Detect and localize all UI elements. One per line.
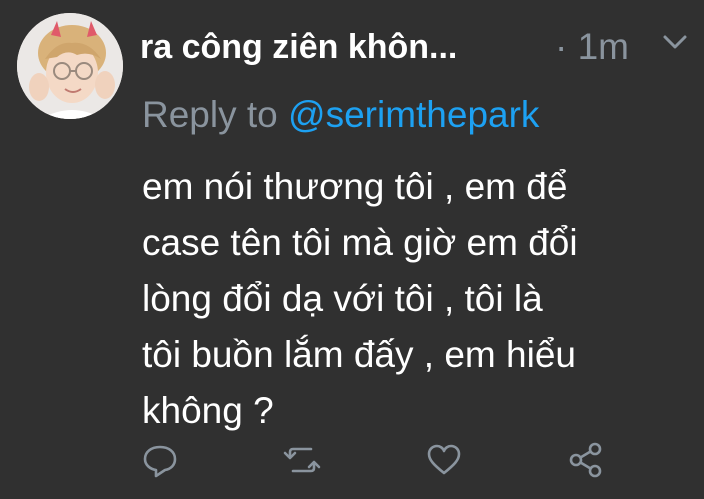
tweet-text-line: case tên tôi mà giờ em đổi <box>142 222 578 263</box>
share-button[interactable] <box>566 440 606 480</box>
avatar[interactable] <box>17 13 123 119</box>
retweet-button[interactable] <box>282 440 322 480</box>
share-icon <box>569 442 602 478</box>
reply-icon <box>143 445 177 478</box>
tweet-text: em nói thương tôi , em để case tên tôi m… <box>142 159 692 439</box>
display-name[interactable]: ra công ziên khôn... <box>140 28 457 67</box>
reply-handle-link[interactable]: @serimthepark <box>288 94 539 135</box>
chevron-down-icon[interactable] <box>660 30 690 54</box>
retweet-icon <box>283 447 321 473</box>
timestamp[interactable]: · 1m <box>555 26 629 68</box>
tweet-text-line: lòng đổi dạ với tôi , tôi là <box>142 278 543 319</box>
tweet-header: ra công ziên khôn... · 1m <box>140 22 700 76</box>
reply-context: Reply to @serimthepark <box>142 94 539 136</box>
action-bar <box>140 440 610 480</box>
tweet-text-line: không ? <box>142 390 274 431</box>
heart-icon <box>427 444 461 475</box>
reply-label: Reply to <box>142 94 278 135</box>
avatar-image <box>17 13 123 119</box>
tweet-text-line: em nói thương tôi , em để <box>142 166 568 207</box>
tweet: ra công ziên khôn... · 1m Reply to @seri… <box>0 0 704 499</box>
reply-button[interactable] <box>140 440 180 480</box>
tweet-text-line: tôi buồn lắm đấy , em hiểu <box>142 334 576 375</box>
like-button[interactable] <box>424 440 464 480</box>
